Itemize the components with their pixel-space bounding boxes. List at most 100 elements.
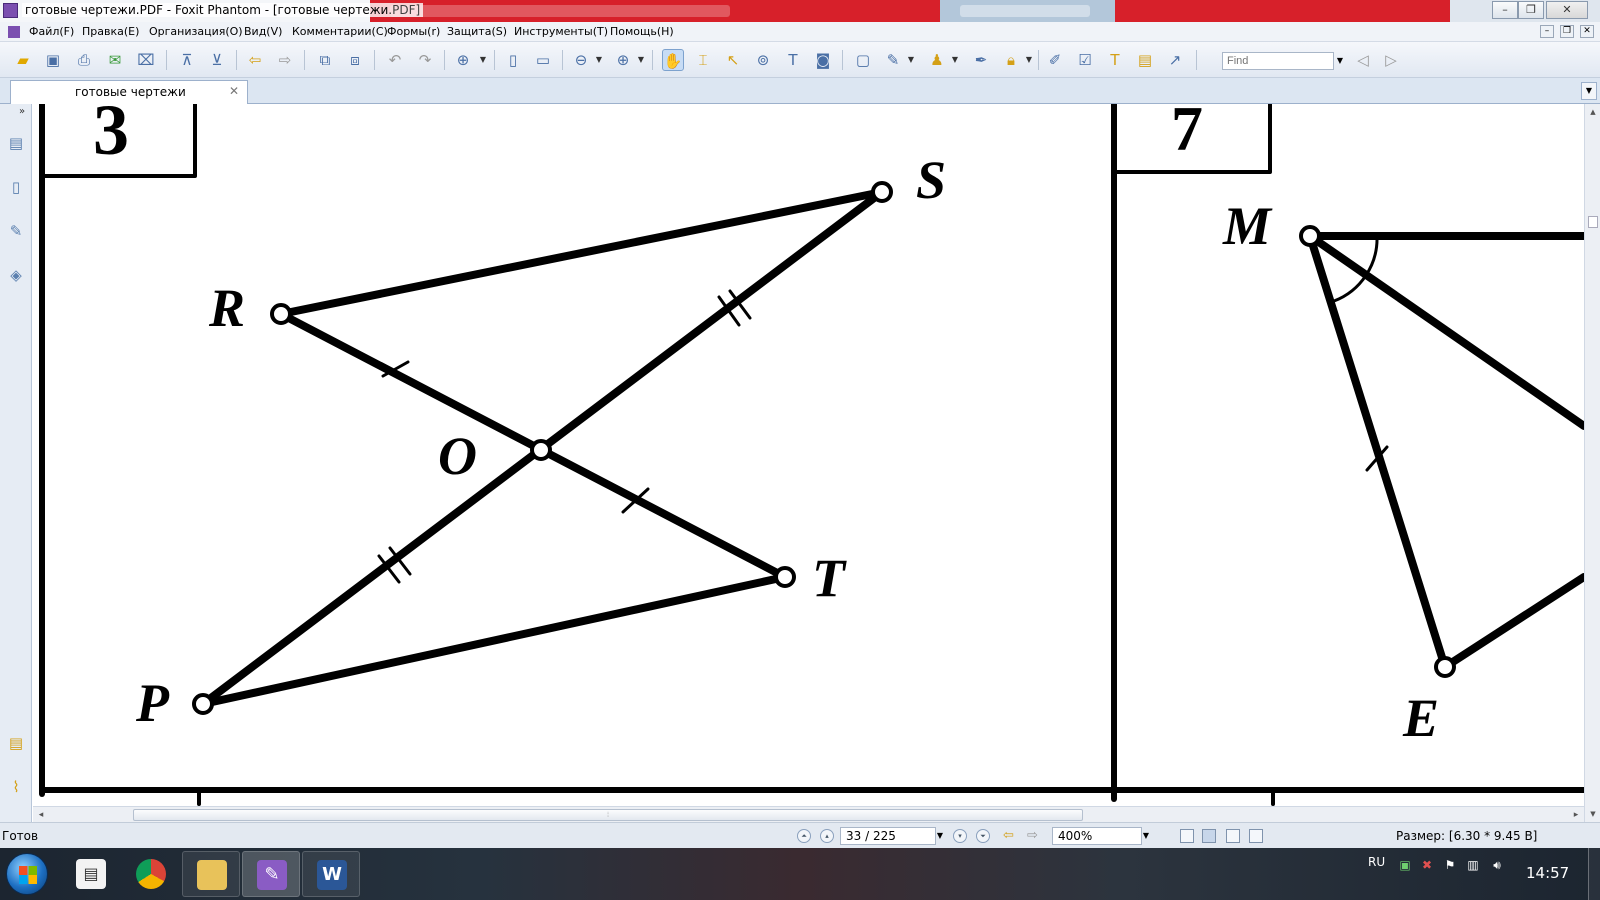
chevron-down-icon[interactable]: ▼	[636, 49, 646, 71]
previous-page-icon[interactable]: ▴	[820, 829, 834, 843]
menu-protect[interactable]: Защита(S)	[447, 25, 507, 38]
note-edit-icon[interactable]: ✐	[1044, 49, 1066, 71]
email-icon[interactable]: ✉	[104, 49, 126, 71]
previous-page-icon[interactable]: ⊼	[176, 49, 198, 71]
redo-icon[interactable]: ↷	[414, 49, 436, 71]
last-page-icon[interactable]: ⏷	[976, 829, 990, 843]
chevron-down-icon[interactable]: ▼	[478, 49, 488, 71]
network-icon[interactable]: ▥	[1466, 858, 1480, 872]
facing-view-icon[interactable]	[1226, 829, 1240, 843]
arrow-annotation-icon[interactable]: ↗	[1164, 49, 1186, 71]
rectangle-tool-icon[interactable]: ▢	[852, 49, 874, 71]
menu-help[interactable]: Помощь(H)	[610, 25, 674, 38]
typewriter-icon[interactable]: T	[782, 49, 804, 71]
next-page-icon[interactable]: ▾	[953, 829, 967, 843]
menu-organize[interactable]: Организация(O)	[149, 25, 243, 38]
continuous-facing-view-icon[interactable]	[1249, 829, 1263, 843]
print-icon[interactable]: ⎙	[73, 49, 95, 71]
expand-pane-icon[interactable]: »	[19, 106, 25, 117]
chevron-down-icon[interactable]: ▼	[950, 49, 960, 71]
back-arrow-icon[interactable]: ⇦	[244, 49, 266, 71]
document-menu-icon[interactable]	[8, 26, 20, 38]
taskbar-foxit-phantom[interactable]: ✎	[242, 851, 300, 897]
edit-text-icon[interactable]: ✎	[882, 49, 904, 71]
scroll-left-icon[interactable]: ◂	[35, 809, 47, 821]
show-desktop-button[interactable]	[1588, 848, 1600, 900]
layers-icon[interactable]: ◈	[6, 264, 26, 286]
doc-restore-button[interactable]: ❐	[1560, 25, 1574, 38]
zoom-out-icon[interactable]: ⊖	[570, 49, 592, 71]
action-center-flag-icon[interactable]: ⚑	[1443, 858, 1457, 872]
maximize-button[interactable]: ❐	[1518, 1, 1544, 19]
fit-width-icon[interactable]: ▭	[532, 49, 554, 71]
bookmarks-icon[interactable]: ▤	[6, 132, 26, 154]
clock[interactable]: 14:57	[1526, 864, 1569, 882]
attachments-paperclip-icon[interactable]: ⌇	[6, 776, 26, 798]
menu-view[interactable]: Вид(V)	[244, 25, 282, 38]
taskbar-chrome[interactable]	[122, 851, 180, 897]
hand-tool-icon[interactable]: ✋	[662, 49, 684, 71]
comment-note-icon[interactable]: ▤	[1134, 49, 1156, 71]
minimize-button[interactable]: –	[1492, 1, 1518, 19]
continuous-view-icon[interactable]	[1202, 829, 1216, 843]
document-tab[interactable]: готовые чертежи ✕	[10, 80, 248, 104]
tab-list-dropdown-icon[interactable]: ▼	[1581, 82, 1597, 100]
chevron-down-icon[interactable]: ▼	[1140, 827, 1152, 845]
taskbar-word[interactable]: W	[302, 851, 360, 897]
next-page-icon[interactable]: ⊻	[206, 49, 228, 71]
security-lock-icon[interactable]: 🔒︎	[1000, 49, 1022, 71]
stamp-icon[interactable]: ♟	[926, 49, 948, 71]
menu-edit[interactable]: Правка(E)	[82, 25, 139, 38]
taskbar-explorer[interactable]: ▤	[62, 851, 120, 897]
first-page-icon[interactable]: ⏶	[797, 829, 811, 843]
insert-pages-icon[interactable]: ⧈	[344, 49, 366, 71]
find-binoculars-icon[interactable]: ⊚	[752, 49, 774, 71]
page-number-field[interactable]: 33 / 225	[840, 827, 936, 845]
zoom-in-icon[interactable]: ⊕	[612, 49, 634, 71]
find-next-icon[interactable]: ▷	[1380, 49, 1402, 71]
sign-pen-icon[interactable]: ✒	[970, 49, 992, 71]
single-page-view-icon[interactable]	[1180, 829, 1194, 843]
chevron-down-icon[interactable]: ▼	[906, 49, 916, 71]
close-button[interactable]: ✕	[1546, 1, 1588, 19]
start-button[interactable]	[6, 853, 48, 895]
menu-forms[interactable]: Формы(r)	[387, 25, 440, 38]
select-text-icon[interactable]: ⌶	[692, 49, 714, 71]
vertical-scrollbar[interactable]: ▲ ▼	[1584, 104, 1600, 822]
form-check-icon[interactable]: ☑	[1074, 49, 1096, 71]
extract-pages-icon[interactable]: ⧉	[314, 49, 336, 71]
select-annotation-icon[interactable]: ↖	[722, 49, 744, 71]
volume-icon[interactable]: 🔊︎	[1490, 858, 1504, 872]
save-icon[interactable]: ▣	[42, 49, 64, 71]
text-box-icon[interactable]: T	[1104, 49, 1126, 71]
pages-thumbnail-icon[interactable]: ▯	[6, 176, 26, 198]
comments-panel-icon[interactable]: ▤	[6, 732, 26, 754]
chevron-down-icon[interactable]: ▼	[1334, 52, 1346, 70]
network-status-icon[interactable]: ▣	[1398, 858, 1412, 872]
find-input[interactable]	[1222, 52, 1334, 70]
tab-close-icon[interactable]: ✕	[229, 84, 239, 98]
doc-minimize-button[interactable]: –	[1540, 25, 1554, 38]
pdf-page-view[interactable]: 3 7 S R O T P M E	[33, 104, 1584, 806]
split-handle[interactable]	[1588, 216, 1598, 228]
zoom-level-field[interactable]: 400%	[1052, 827, 1142, 845]
doc-close-button[interactable]: ✕	[1580, 25, 1594, 38]
language-indicator[interactable]: RU	[1368, 855, 1385, 869]
next-view-icon[interactable]: ⇨	[1027, 828, 1038, 843]
scan-icon[interactable]: ⌧	[135, 49, 157, 71]
menu-tools[interactable]: Инструменты(T)	[514, 25, 608, 38]
chevron-down-icon[interactable]: ▼	[934, 827, 946, 845]
undo-icon[interactable]: ↶	[384, 49, 406, 71]
chevron-down-icon[interactable]: ▼	[594, 49, 604, 71]
forward-arrow-icon[interactable]: ⇨	[274, 49, 296, 71]
chevron-down-icon[interactable]: ▼	[1024, 49, 1034, 71]
menu-file[interactable]: Файл(F)	[29, 25, 74, 38]
find-previous-icon[interactable]: ◁	[1352, 49, 1374, 71]
scroll-down-icon[interactable]: ▼	[1587, 808, 1599, 820]
fit-page-icon[interactable]: ▯	[502, 49, 524, 71]
antivirus-icon[interactable]: ✖	[1420, 858, 1434, 872]
snapshot-camera-icon[interactable]: ◙	[812, 49, 834, 71]
previous-view-icon[interactable]: ⇦	[1003, 828, 1014, 843]
scroll-right-icon[interactable]: ▸	[1570, 809, 1582, 821]
horizontal-scrollbar[interactable]: ◂ ⦙ ▸	[33, 806, 1584, 822]
